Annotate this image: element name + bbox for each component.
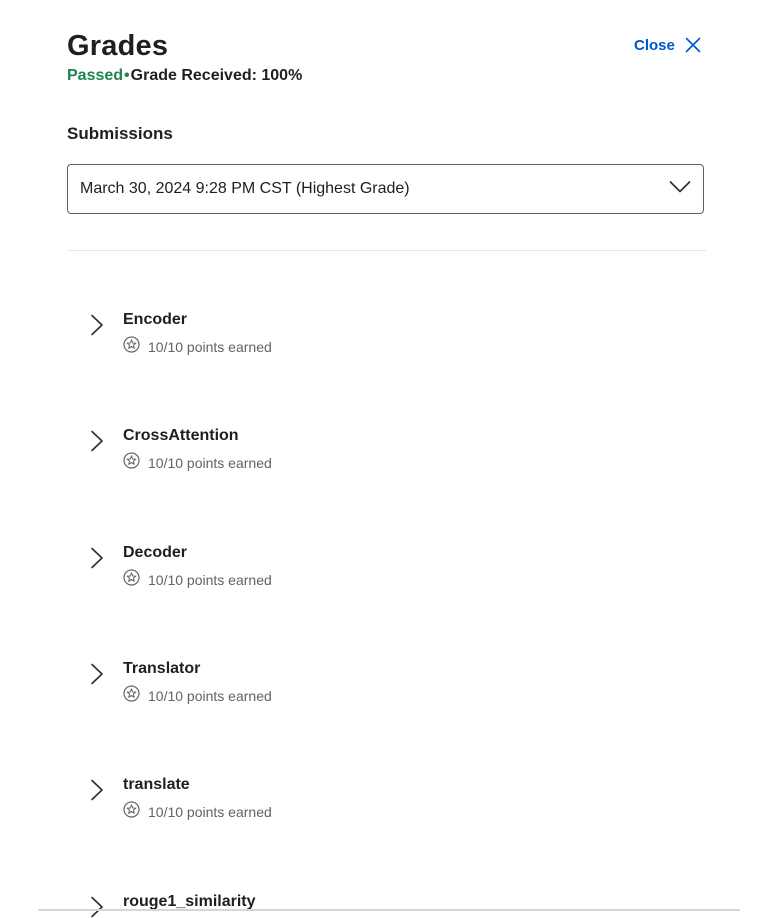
grade-item-points: 10/10 points earned — [123, 569, 272, 590]
chevron-right-icon — [90, 547, 104, 574]
chevron-right-icon — [90, 314, 104, 341]
badge-star-icon — [123, 569, 140, 590]
page-title: Grades — [67, 30, 169, 62]
grade-item-name: translate — [123, 776, 190, 793]
badge-star-icon — [123, 336, 140, 357]
grade-status: Passed•Grade Received: 100% — [67, 66, 302, 86]
chevron-down-icon — [669, 180, 691, 199]
divider — [67, 250, 706, 251]
status-separator: • — [124, 67, 130, 84]
grade-item-points: 10/10 points earned — [123, 452, 272, 473]
grade-item-points: 10/10 points earned — [123, 336, 272, 357]
submissions-label: Submissions — [67, 124, 173, 143]
grade-item-points: 10/10 points earned — [123, 685, 272, 706]
grade-item-name: Translator — [123, 660, 201, 677]
grade-item-encoder[interactable]: Encoder 10/10 points earned — [88, 310, 688, 362]
grade-item-rouge1-similarity[interactable]: rouge1_similarity — [88, 892, 688, 918]
grades-panel: Grades Close Passed•Grade Received: 100%… — [0, 0, 769, 918]
scroll-edge-divider — [38, 909, 740, 911]
grade-received: Grade Received: 100% — [130, 67, 303, 84]
submission-select[interactable]: March 30, 2024 9:28 PM CST (Highest Grad… — [67, 164, 704, 214]
close-button[interactable]: Close — [634, 34, 701, 56]
grade-item-crossattention[interactable]: CrossAttention 10/10 points earned — [88, 426, 688, 478]
points-text: 10/10 points earned — [148, 454, 272, 471]
grade-item-name: Decoder — [123, 544, 188, 561]
points-text: 10/10 points earned — [148, 571, 272, 588]
grade-item-translator[interactable]: Translator 10/10 points earned — [88, 659, 688, 711]
close-icon — [685, 37, 701, 53]
chevron-right-icon — [90, 779, 104, 806]
chevron-right-icon — [90, 896, 104, 918]
points-text: 10/10 points earned — [148, 803, 272, 820]
points-text: 10/10 points earned — [148, 338, 272, 355]
submission-selected-value: March 30, 2024 9:28 PM CST (Highest Grad… — [80, 180, 410, 197]
grade-item-translate[interactable]: translate 10/10 points earned — [88, 775, 688, 827]
grade-item-decoder[interactable]: Decoder 10/10 points earned — [88, 543, 688, 595]
points-text: 10/10 points earned — [148, 687, 272, 704]
badge-star-icon — [123, 685, 140, 706]
grade-item-name: CrossAttention — [123, 427, 239, 444]
badge-star-icon — [123, 452, 140, 473]
grade-item-points: 10/10 points earned — [123, 801, 272, 822]
close-label: Close — [634, 36, 675, 54]
chevron-right-icon — [90, 663, 104, 690]
chevron-right-icon — [90, 430, 104, 457]
grade-item-name: Encoder — [123, 311, 188, 328]
badge-star-icon — [123, 801, 140, 822]
passed-status: Passed — [67, 67, 124, 84]
